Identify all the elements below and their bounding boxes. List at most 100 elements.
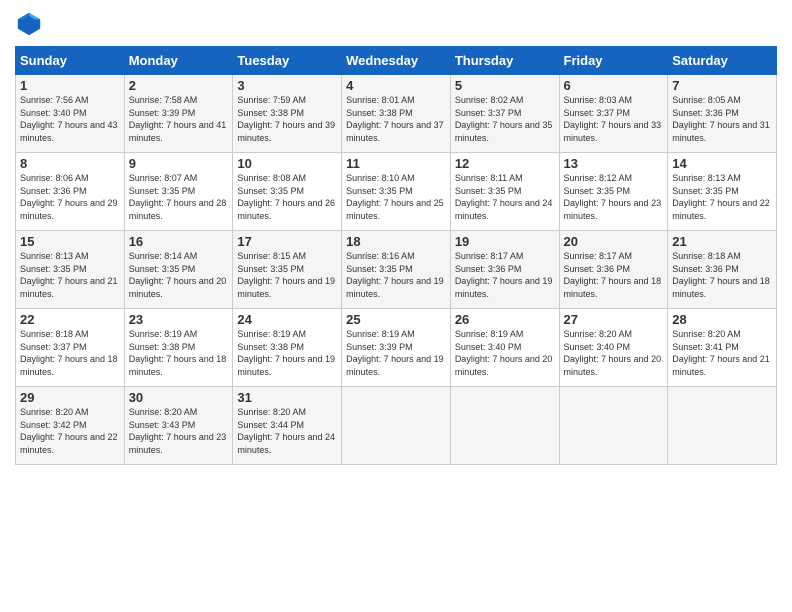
calendar-body: 1 Sunrise: 7:56 AM Sunset: 3:40 PM Dayli…: [16, 75, 777, 465]
col-header-tuesday: Tuesday: [233, 47, 342, 75]
logo: [15, 10, 47, 38]
day-number: 27: [564, 312, 664, 327]
day-cell: 25 Sunrise: 8:19 AM Sunset: 3:39 PM Dayl…: [342, 309, 451, 387]
day-info: Sunrise: 8:18 AM Sunset: 3:36 PM Dayligh…: [672, 250, 772, 300]
logo-icon: [15, 10, 43, 38]
day-cell: 21 Sunrise: 8:18 AM Sunset: 3:36 PM Dayl…: [668, 231, 777, 309]
day-cell: 18 Sunrise: 8:16 AM Sunset: 3:35 PM Dayl…: [342, 231, 451, 309]
day-info: Sunrise: 8:19 AM Sunset: 3:38 PM Dayligh…: [129, 328, 229, 378]
day-info: Sunrise: 8:18 AM Sunset: 3:37 PM Dayligh…: [20, 328, 120, 378]
day-number: 20: [564, 234, 664, 249]
day-cell: 3 Sunrise: 7:59 AM Sunset: 3:38 PM Dayli…: [233, 75, 342, 153]
day-cell: 23 Sunrise: 8:19 AM Sunset: 3:38 PM Dayl…: [124, 309, 233, 387]
day-number: 16: [129, 234, 229, 249]
day-info: Sunrise: 8:16 AM Sunset: 3:35 PM Dayligh…: [346, 250, 446, 300]
day-number: 22: [20, 312, 120, 327]
day-info: Sunrise: 7:56 AM Sunset: 3:40 PM Dayligh…: [20, 94, 120, 144]
day-cell: 27 Sunrise: 8:20 AM Sunset: 3:40 PM Dayl…: [559, 309, 668, 387]
calendar-header-row: SundayMondayTuesdayWednesdayThursdayFrid…: [16, 47, 777, 75]
day-cell: 20 Sunrise: 8:17 AM Sunset: 3:36 PM Dayl…: [559, 231, 668, 309]
day-number: 7: [672, 78, 772, 93]
week-row-1: 1 Sunrise: 7:56 AM Sunset: 3:40 PM Dayli…: [16, 75, 777, 153]
day-cell: 6 Sunrise: 8:03 AM Sunset: 3:37 PM Dayli…: [559, 75, 668, 153]
day-cell: 10 Sunrise: 8:08 AM Sunset: 3:35 PM Dayl…: [233, 153, 342, 231]
col-header-sunday: Sunday: [16, 47, 125, 75]
day-number: 12: [455, 156, 555, 171]
day-cell: 12 Sunrise: 8:11 AM Sunset: 3:35 PM Dayl…: [450, 153, 559, 231]
col-header-monday: Monday: [124, 47, 233, 75]
day-cell: [559, 387, 668, 465]
day-info: Sunrise: 8:07 AM Sunset: 3:35 PM Dayligh…: [129, 172, 229, 222]
day-cell: 24 Sunrise: 8:19 AM Sunset: 3:38 PM Dayl…: [233, 309, 342, 387]
day-number: 8: [20, 156, 120, 171]
day-info: Sunrise: 8:20 AM Sunset: 3:44 PM Dayligh…: [237, 406, 337, 456]
day-cell: 14 Sunrise: 8:13 AM Sunset: 3:35 PM Dayl…: [668, 153, 777, 231]
day-number: 10: [237, 156, 337, 171]
day-number: 9: [129, 156, 229, 171]
day-cell: 11 Sunrise: 8:10 AM Sunset: 3:35 PM Dayl…: [342, 153, 451, 231]
day-number: 1: [20, 78, 120, 93]
day-number: 31: [237, 390, 337, 405]
day-info: Sunrise: 8:20 AM Sunset: 3:40 PM Dayligh…: [564, 328, 664, 378]
col-header-thursday: Thursday: [450, 47, 559, 75]
col-header-saturday: Saturday: [668, 47, 777, 75]
day-cell: 31 Sunrise: 8:20 AM Sunset: 3:44 PM Dayl…: [233, 387, 342, 465]
day-number: 4: [346, 78, 446, 93]
day-info: Sunrise: 7:58 AM Sunset: 3:39 PM Dayligh…: [129, 94, 229, 144]
day-cell: 17 Sunrise: 8:15 AM Sunset: 3:35 PM Dayl…: [233, 231, 342, 309]
day-info: Sunrise: 8:20 AM Sunset: 3:41 PM Dayligh…: [672, 328, 772, 378]
day-info: Sunrise: 8:14 AM Sunset: 3:35 PM Dayligh…: [129, 250, 229, 300]
day-info: Sunrise: 8:17 AM Sunset: 3:36 PM Dayligh…: [455, 250, 555, 300]
day-info: Sunrise: 8:13 AM Sunset: 3:35 PM Dayligh…: [672, 172, 772, 222]
day-number: 21: [672, 234, 772, 249]
day-info: Sunrise: 8:03 AM Sunset: 3:37 PM Dayligh…: [564, 94, 664, 144]
week-row-5: 29 Sunrise: 8:20 AM Sunset: 3:42 PM Dayl…: [16, 387, 777, 465]
day-number: 25: [346, 312, 446, 327]
day-number: 3: [237, 78, 337, 93]
day-number: 30: [129, 390, 229, 405]
day-number: 17: [237, 234, 337, 249]
day-number: 24: [237, 312, 337, 327]
calendar-table: SundayMondayTuesdayWednesdayThursdayFrid…: [15, 46, 777, 465]
day-number: 14: [672, 156, 772, 171]
day-cell: 8 Sunrise: 8:06 AM Sunset: 3:36 PM Dayli…: [16, 153, 125, 231]
page-header: [15, 10, 777, 38]
day-cell: 1 Sunrise: 7:56 AM Sunset: 3:40 PM Dayli…: [16, 75, 125, 153]
day-cell: 26 Sunrise: 8:19 AM Sunset: 3:40 PM Dayl…: [450, 309, 559, 387]
day-cell: 16 Sunrise: 8:14 AM Sunset: 3:35 PM Dayl…: [124, 231, 233, 309]
day-info: Sunrise: 8:13 AM Sunset: 3:35 PM Dayligh…: [20, 250, 120, 300]
day-cell: 28 Sunrise: 8:20 AM Sunset: 3:41 PM Dayl…: [668, 309, 777, 387]
day-cell: 13 Sunrise: 8:12 AM Sunset: 3:35 PM Dayl…: [559, 153, 668, 231]
col-header-wednesday: Wednesday: [342, 47, 451, 75]
day-info: Sunrise: 8:20 AM Sunset: 3:43 PM Dayligh…: [129, 406, 229, 456]
day-cell: 2 Sunrise: 7:58 AM Sunset: 3:39 PM Dayli…: [124, 75, 233, 153]
day-cell: 29 Sunrise: 8:20 AM Sunset: 3:42 PM Dayl…: [16, 387, 125, 465]
day-number: 18: [346, 234, 446, 249]
day-number: 26: [455, 312, 555, 327]
day-cell: [342, 387, 451, 465]
day-cell: 5 Sunrise: 8:02 AM Sunset: 3:37 PM Dayli…: [450, 75, 559, 153]
day-info: Sunrise: 8:02 AM Sunset: 3:37 PM Dayligh…: [455, 94, 555, 144]
day-number: 5: [455, 78, 555, 93]
week-row-4: 22 Sunrise: 8:18 AM Sunset: 3:37 PM Dayl…: [16, 309, 777, 387]
day-info: Sunrise: 8:19 AM Sunset: 3:40 PM Dayligh…: [455, 328, 555, 378]
day-info: Sunrise: 8:01 AM Sunset: 3:38 PM Dayligh…: [346, 94, 446, 144]
week-row-2: 8 Sunrise: 8:06 AM Sunset: 3:36 PM Dayli…: [16, 153, 777, 231]
day-info: Sunrise: 8:08 AM Sunset: 3:35 PM Dayligh…: [237, 172, 337, 222]
day-info: Sunrise: 8:06 AM Sunset: 3:36 PM Dayligh…: [20, 172, 120, 222]
day-cell: 19 Sunrise: 8:17 AM Sunset: 3:36 PM Dayl…: [450, 231, 559, 309]
day-number: 28: [672, 312, 772, 327]
week-row-3: 15 Sunrise: 8:13 AM Sunset: 3:35 PM Dayl…: [16, 231, 777, 309]
day-cell: 9 Sunrise: 8:07 AM Sunset: 3:35 PM Dayli…: [124, 153, 233, 231]
day-info: Sunrise: 7:59 AM Sunset: 3:38 PM Dayligh…: [237, 94, 337, 144]
day-cell: 30 Sunrise: 8:20 AM Sunset: 3:43 PM Dayl…: [124, 387, 233, 465]
day-cell: 4 Sunrise: 8:01 AM Sunset: 3:38 PM Dayli…: [342, 75, 451, 153]
day-cell: 22 Sunrise: 8:18 AM Sunset: 3:37 PM Dayl…: [16, 309, 125, 387]
day-info: Sunrise: 8:20 AM Sunset: 3:42 PM Dayligh…: [20, 406, 120, 456]
day-cell: [668, 387, 777, 465]
day-number: 13: [564, 156, 664, 171]
day-info: Sunrise: 8:19 AM Sunset: 3:38 PM Dayligh…: [237, 328, 337, 378]
day-number: 6: [564, 78, 664, 93]
day-info: Sunrise: 8:19 AM Sunset: 3:39 PM Dayligh…: [346, 328, 446, 378]
day-info: Sunrise: 8:12 AM Sunset: 3:35 PM Dayligh…: [564, 172, 664, 222]
